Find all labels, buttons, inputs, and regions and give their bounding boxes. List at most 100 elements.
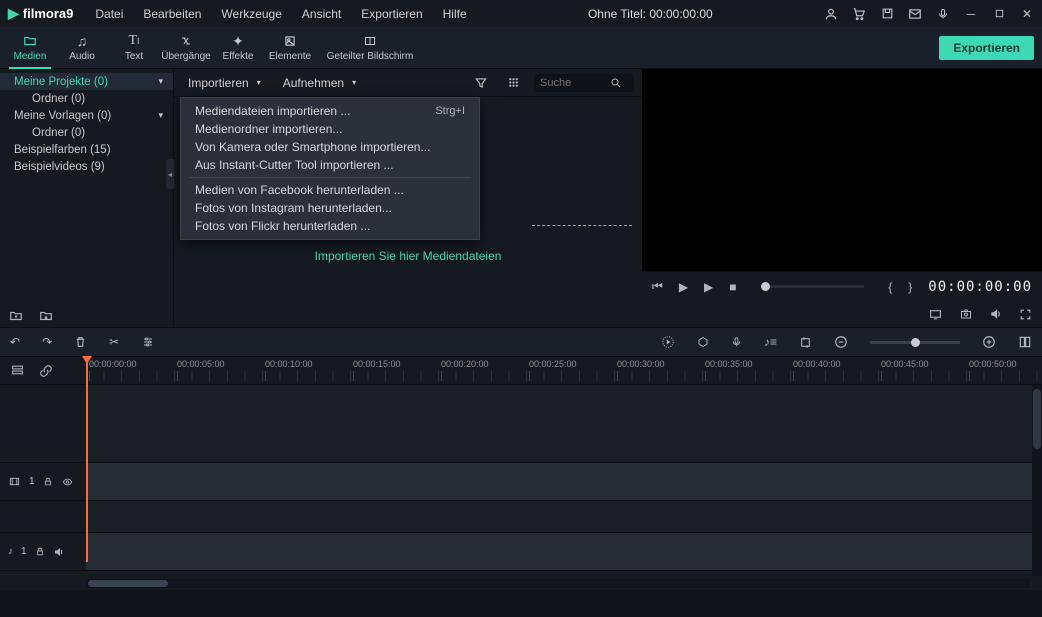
menu-edit[interactable]: Bearbeiten — [133, 3, 211, 25]
track-header-gap — [0, 501, 86, 533]
tab-media[interactable]: Medien — [4, 27, 56, 69]
tab-effects[interactable]: ✦Effekte — [212, 27, 264, 69]
sidebar-collapse-handle[interactable]: ◂ — [166, 159, 174, 189]
folder-icon — [22, 33, 38, 49]
save-icon[interactable] — [880, 7, 894, 21]
render-preview-button[interactable] — [661, 335, 675, 349]
volume-icon[interactable] — [989, 307, 1003, 321]
download-from-instagram[interactable]: Fotos von Instagram herunterladen... — [181, 199, 479, 217]
zoom-fit-button[interactable] — [1018, 335, 1032, 349]
play-backward-button[interactable]: ▶ — [679, 280, 688, 294]
link-button[interactable] — [39, 364, 53, 378]
window-maximize[interactable] — [992, 7, 1006, 21]
ruler-tick: 00:00:30:00 — [617, 359, 665, 369]
record-dropdown[interactable]: Aufnehmen▾ — [277, 73, 362, 93]
zoom-slider[interactable] — [870, 341, 960, 344]
audio-mixer-button[interactable]: ♪≡ — [764, 335, 777, 349]
import-from-camera[interactable]: Von Kamera oder Smartphone importieren..… — [181, 138, 479, 156]
playhead[interactable] — [86, 357, 88, 562]
download-from-facebook[interactable]: Medien von Facebook herunterladen ... — [181, 181, 479, 199]
track-lane-gap[interactable] — [86, 501, 1032, 533]
quality-icon[interactable] — [928, 308, 943, 321]
tab-split-screen[interactable]: Geteilter Bildschirm — [316, 27, 424, 69]
sidebar-folder-2[interactable]: Ordner (0) — [0, 124, 173, 141]
speaker-icon[interactable] — [53, 546, 65, 558]
mic-icon[interactable] — [936, 7, 950, 21]
mark-out-icon[interactable]: } — [908, 280, 912, 294]
track-manager-button[interactable] — [10, 364, 25, 377]
window-minimize[interactable]: ─ — [964, 7, 978, 21]
marker-button[interactable] — [697, 335, 709, 349]
tab-transitions[interactable]: Übergänge — [160, 27, 212, 69]
stop-button[interactable]: ■ — [729, 280, 736, 294]
grid-view-icon[interactable] — [502, 72, 524, 94]
document-title: Ohne Titel: 00:00:00:00 — [477, 7, 824, 21]
import-media-folder[interactable]: Medienordner importieren... — [181, 120, 479, 138]
search-input[interactable] — [540, 77, 610, 89]
audio-track-header[interactable]: ♪ 1 — [0, 533, 86, 571]
prev-frame-button[interactable]: ⏮ — [652, 279, 663, 294]
menu-view[interactable]: Ansicht — [292, 3, 351, 25]
menu-file[interactable]: Datei — [85, 3, 133, 25]
snapshot-icon[interactable] — [959, 308, 973, 320]
timeline-vertical-scrollbar[interactable] — [1032, 385, 1042, 576]
import-dropdown[interactable]: Importieren▾ — [182, 73, 267, 93]
play-button[interactable]: ▶ — [704, 280, 713, 294]
search-box[interactable] — [534, 74, 634, 92]
menu-separator — [189, 177, 471, 178]
tab-audio[interactable]: ♫Audio — [56, 27, 108, 69]
cart-icon[interactable] — [852, 7, 866, 21]
sidebar-my-projects[interactable]: Meine Projekte (0)▾ — [0, 73, 173, 90]
timeline: 00:00:00:00 00:00:05:00 00:00:10:00 00:0… — [0, 357, 1042, 590]
eye-icon[interactable] — [61, 477, 74, 487]
ruler-tick: 00:00:35:00 — [705, 359, 753, 369]
import-drop-hint[interactable]: Importieren Sie hier Mediendateien — [174, 249, 642, 263]
tab-elements[interactable]: Elemente — [264, 27, 316, 69]
audio-track-lane[interactable] — [86, 533, 1032, 571]
track-header-blank — [0, 385, 86, 463]
track-lane-blank[interactable] — [86, 385, 1032, 463]
timeline-ruler[interactable]: 00:00:00:00 00:00:05:00 00:00:10:00 00:0… — [86, 357, 1042, 384]
import-media-files[interactable]: Mediendateien importieren ...Strg+I — [181, 102, 479, 120]
fullscreen-icon[interactable] — [1019, 308, 1032, 321]
video-track-header[interactable]: 1 — [0, 463, 86, 501]
sidebar-sample-videos[interactable]: Beispielvideos (9) — [0, 158, 173, 175]
download-from-flickr[interactable]: Fotos von Flickr herunterladen ... — [181, 217, 479, 235]
zoom-out-button[interactable] — [834, 335, 848, 349]
app-logo: ▶ filmora9 — [8, 5, 73, 22]
lock-icon[interactable] — [43, 476, 53, 487]
menu-export[interactable]: Exportieren — [351, 3, 432, 25]
split-screen-icon — [362, 33, 378, 49]
adjust-button[interactable] — [141, 336, 155, 348]
drop-zone-border — [532, 225, 632, 233]
window-close[interactable]: ✕ — [1020, 7, 1034, 21]
tab-text[interactable]: TIText — [108, 27, 160, 69]
ruler-tick: 00:00:10:00 — [265, 359, 313, 369]
delete-button[interactable] — [74, 335, 87, 349]
split-button[interactable]: ✂ — [109, 335, 119, 349]
import-from-instant-cutter[interactable]: Aus Instant-Cutter Tool importieren ... — [181, 156, 479, 174]
filter-icon[interactable] — [470, 72, 492, 94]
project-sidebar: Meine Projekte (0)▾ Ordner (0) Meine Vor… — [0, 69, 174, 327]
voiceover-button[interactable] — [731, 335, 742, 349]
ruler-tick: 00:00:00:00 — [89, 359, 137, 369]
preview-seek-slider[interactable] — [761, 285, 865, 288]
sidebar-my-templates[interactable]: Meine Vorlagen (0)▾ — [0, 107, 173, 124]
delete-folder-icon[interactable] — [38, 309, 54, 323]
menu-tools[interactable]: Werkzeuge — [211, 3, 291, 25]
zoom-in-button[interactable] — [982, 335, 996, 349]
undo-button[interactable]: ↶ — [10, 335, 20, 349]
video-track-lane[interactable] — [86, 463, 1032, 501]
sidebar-sample-colors[interactable]: Beispielfarben (15) — [0, 141, 173, 158]
menu-help[interactable]: Hilfe — [433, 3, 477, 25]
timeline-horizontal-scrollbar[interactable] — [86, 579, 1030, 588]
sidebar-folder-1[interactable]: Ordner (0) — [0, 90, 173, 107]
crop-button[interactable] — [799, 336, 812, 349]
mark-in-icon[interactable]: { — [888, 280, 892, 294]
lock-icon[interactable] — [35, 546, 45, 557]
redo-button[interactable]: ↷ — [42, 335, 52, 349]
new-folder-icon[interactable] — [8, 309, 24, 323]
account-icon[interactable] — [824, 7, 838, 21]
message-icon[interactable] — [908, 7, 922, 21]
export-button[interactable]: Exportieren — [939, 36, 1034, 60]
